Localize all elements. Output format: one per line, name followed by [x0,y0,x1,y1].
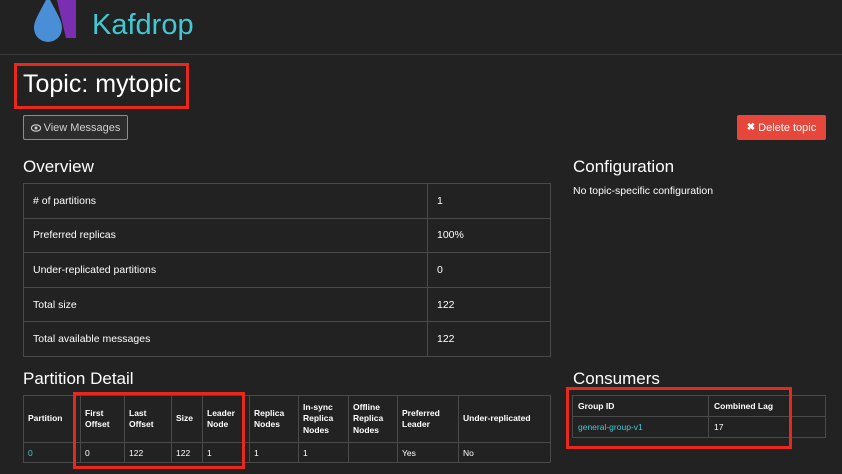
configuration-title: Configuration [573,157,675,176]
overview-value: 100% [427,217,551,254]
col-offline-replica-nodes: Offline Replica Nodes [348,395,398,443]
preferred-leader-cell: Yes [397,442,459,463]
replica-nodes-cell: 1 [249,442,299,463]
overview-value: 122 [427,286,551,323]
delete-topic-button[interactable]: ✖ Delete topic [737,115,826,140]
table-row: Total available messages 122 [23,321,551,357]
brand-name[interactable]: Kafdrop [92,11,194,40]
overview-value: 0 [427,252,551,288]
overview-key: Total available messages [23,321,428,357]
highlight-box-consumers [566,387,792,449]
kafdrop-logo-icon[interactable] [26,0,78,44]
overview-key: Total size [23,286,428,323]
insync-nodes-cell: 1 [298,442,349,463]
partition-detail-title: Partition Detail [23,369,134,388]
col-under-replicated: Under-replicated [458,395,551,443]
table-row: Total size 122 [23,286,551,323]
partition-id-link[interactable]: 0 [23,442,81,463]
col-insync-replica-nodes: In-sync Replica Nodes [298,395,349,443]
overview-table: # of partitions 1 Preferred replicas 100… [23,183,551,357]
configuration-text: No topic-specific configuration [573,185,714,197]
view-messages-button[interactable]: View Messages [23,115,128,140]
table-row: Under-replicated partitions 0 [23,252,551,288]
offline-nodes-cell [348,442,398,463]
under-replicated-cell: No [458,442,551,463]
eye-icon [30,123,41,132]
x-icon: ✖ [746,122,756,133]
overview-value: 122 [427,321,551,357]
delete-topic-label: Delete topic [758,121,817,134]
table-row: # of partitions 1 [23,183,551,219]
overview-value: 1 [427,183,551,219]
highlight-box-offsets [73,392,245,469]
consumers-title: Consumers [573,369,660,388]
overview-title: Overview [23,157,94,176]
highlight-box-title [14,63,189,109]
app-header: Kafdrop [0,0,842,55]
table-row: Preferred replicas 100% [23,217,551,254]
col-preferred-leader: Preferred Leader [397,395,459,443]
col-replica-nodes: Replica Nodes [249,395,299,443]
overview-key: # of partitions [23,183,428,219]
view-messages-label: View Messages [43,121,121,134]
overview-key: Under-replicated partitions [23,252,428,288]
overview-key: Preferred replicas [23,217,428,254]
col-partition: Partition [23,395,81,443]
